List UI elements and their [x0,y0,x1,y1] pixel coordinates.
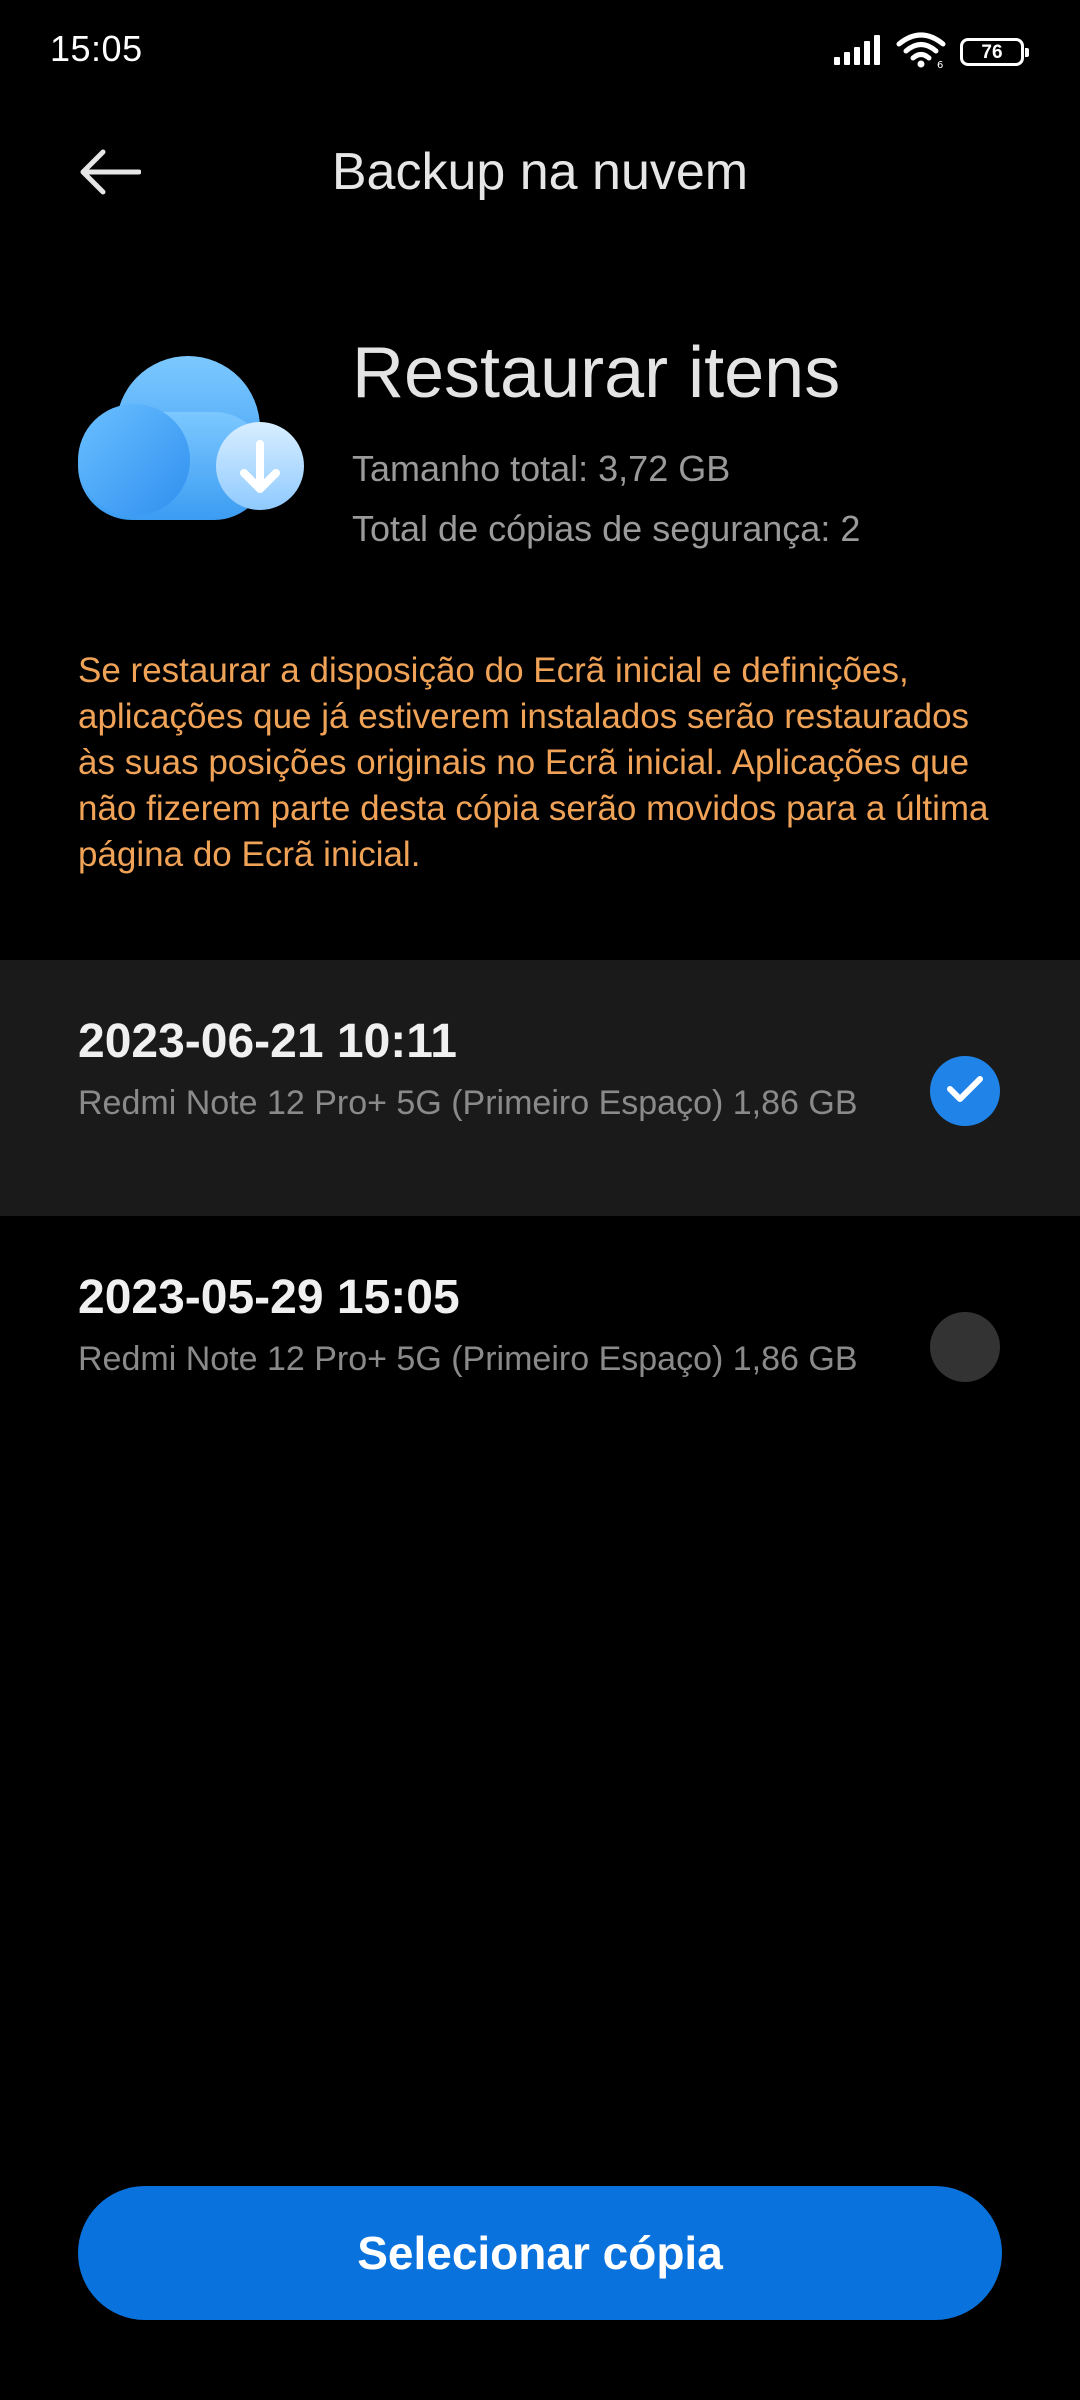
select-copy-button[interactable]: Selecionar cópia [78,2186,1002,2320]
status-bar: 15:05 6 76 [0,0,1080,104]
radio-unselected[interactable] [930,1312,1000,1382]
backup-date: 2023-05-29 15:05 [78,1271,460,1324]
status-time: 15:05 [50,28,143,69]
hero-title: Restaurar itens [352,333,841,413]
battery-level: 76 [981,41,1003,63]
total-copies-label: Total de cópias de segurança: 2 [352,508,861,549]
app-header: Backup na nuvem [0,104,1080,244]
radio-selected[interactable] [930,1056,1000,1126]
backup-description: Redmi Note 12 Pro+ 5G (Primeiro Espaço) … [78,1084,858,1122]
backup-date: 2023-06-21 10:11 [78,1015,457,1068]
battery-icon: 76 [960,38,1029,66]
page-title: Backup na nuvem [331,143,749,201]
cloud-download-icon [78,350,314,522]
wifi-icon: 6 [896,32,946,73]
backup-list-item[interactable]: 2023-06-21 10:11 Redmi Note 12 Pro+ 5G (… [0,960,1080,1216]
status-icons: 6 76 [834,30,1029,74]
backup-description: Redmi Note 12 Pro+ 5G (Primeiro Espaço) … [78,1340,858,1378]
backup-list-item[interactable]: 2023-05-29 15:05 Redmi Note 12 Pro+ 5G (… [0,1216,1080,1472]
signal-icon [834,34,882,70]
checkmark-icon [947,1075,983,1108]
total-size-label: Tamanho total: 3,72 GB [352,448,731,489]
restore-warning-text: Se restaurar a disposição do Ecrã inicia… [78,651,989,874]
svg-text:6: 6 [937,60,943,68]
